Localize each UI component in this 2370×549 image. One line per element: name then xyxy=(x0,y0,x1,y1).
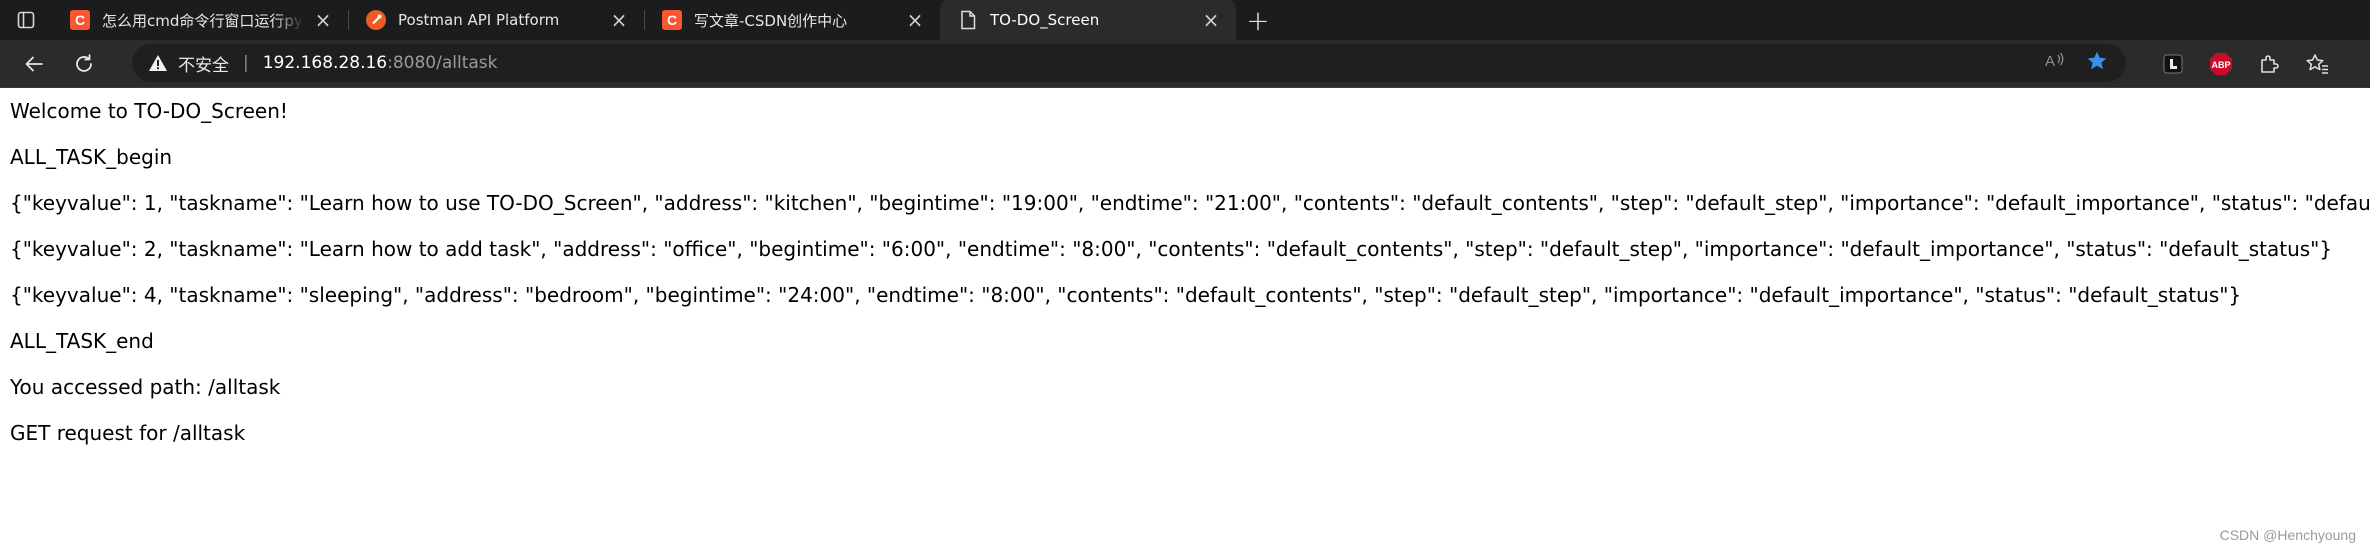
tab-csdn-cmd[interactable]: C 怎么用cmd命令行窗口运行python × xyxy=(52,0,348,40)
tab-postman[interactable]: Postman API Platform × xyxy=(348,0,644,40)
tab-title: Postman API Platform xyxy=(398,11,560,29)
back-button[interactable] xyxy=(12,46,56,82)
tab-csdn-editor[interactable]: C 写文章-CSDN创作中心 × xyxy=(644,0,940,40)
address-divider: | xyxy=(243,53,249,73)
close-icon[interactable]: × xyxy=(904,9,926,31)
tab-title: TO-DO_Screen xyxy=(990,11,1100,29)
accessed-path-text: You accessed path: /alltask xyxy=(10,375,281,399)
adblock-plus-icon[interactable]: ABP xyxy=(2208,51,2234,77)
task-record: {"keyvalue": 2, "taskname": "Learn how t… xyxy=(10,237,2333,261)
close-icon[interactable]: × xyxy=(312,9,334,31)
task-record: {"keyvalue": 1, "taskname": "Learn how t… xyxy=(10,191,2370,215)
csdn-icon: C xyxy=(662,10,682,30)
tab-title: 写文章-CSDN创作中心 xyxy=(694,11,848,30)
tab-strip: C 怎么用cmd命令行窗口运行python × Postman API Plat… xyxy=(0,0,2370,40)
task-list-end: ALL_TASK_end xyxy=(10,329,154,353)
url-host: 192.168.28.16 xyxy=(262,53,388,73)
extensions-puzzle-icon[interactable] xyxy=(2256,51,2282,77)
svg-text:C: C xyxy=(667,12,677,28)
reload-button[interactable] xyxy=(62,46,106,82)
close-icon[interactable]: × xyxy=(1200,9,1222,31)
csdn-icon: C xyxy=(70,10,90,30)
tab-title: 怎么用cmd命令行窗口运行python xyxy=(102,11,304,30)
svg-text:C: C xyxy=(75,12,85,28)
favorite-star-icon[interactable] xyxy=(2086,50,2108,77)
reload-icon xyxy=(76,53,92,72)
task-record: {"keyvalue": 4, "taskname": "sleeping", … xyxy=(10,283,2242,307)
extensions-area: ABP xyxy=(2160,40,2330,88)
request-info-text: GET request for /alltask xyxy=(10,421,246,445)
svg-text:A: A xyxy=(2045,53,2055,70)
plus-icon: + xyxy=(1246,3,1270,37)
welcome-text: Welcome to TO-DO_Screen! xyxy=(10,99,288,123)
read-aloud-icon[interactable]: A xyxy=(2044,51,2066,76)
extension-icon[interactable] xyxy=(2160,51,2186,77)
close-icon[interactable]: × xyxy=(608,9,630,31)
tab-todo-screen[interactable]: TO-DO_Screen × xyxy=(940,0,1236,40)
svg-text:ABP: ABP xyxy=(2211,60,2230,70)
arrow-left-icon xyxy=(25,56,43,71)
new-tab-button[interactable]: + xyxy=(1236,0,1280,40)
postman-icon xyxy=(366,10,386,30)
warning-icon[interactable] xyxy=(148,53,168,73)
tab-actions-icon xyxy=(17,11,35,29)
page-body: Welcome to TO-DO_Screen! ALL_TASK_begin … xyxy=(10,88,2370,456)
watermark: CSDN @Henchyoung xyxy=(2219,527,2356,543)
favorites-icon[interactable] xyxy=(2304,51,2330,77)
page-icon xyxy=(958,10,978,30)
url-path: :8080/alltask xyxy=(387,53,498,73)
browser-toolbar: 不安全 | 192.168.28.16:8080/alltask A ABP xyxy=(0,40,2370,88)
address-bar[interactable]: 不安全 | 192.168.28.16:8080/alltask A xyxy=(132,44,2126,82)
address-bar-actions: A xyxy=(2044,44,2108,82)
tab-actions-menu-button[interactable] xyxy=(0,0,52,40)
security-label[interactable]: 不安全 xyxy=(178,51,229,76)
task-list-begin: ALL_TASK_begin xyxy=(10,145,173,169)
